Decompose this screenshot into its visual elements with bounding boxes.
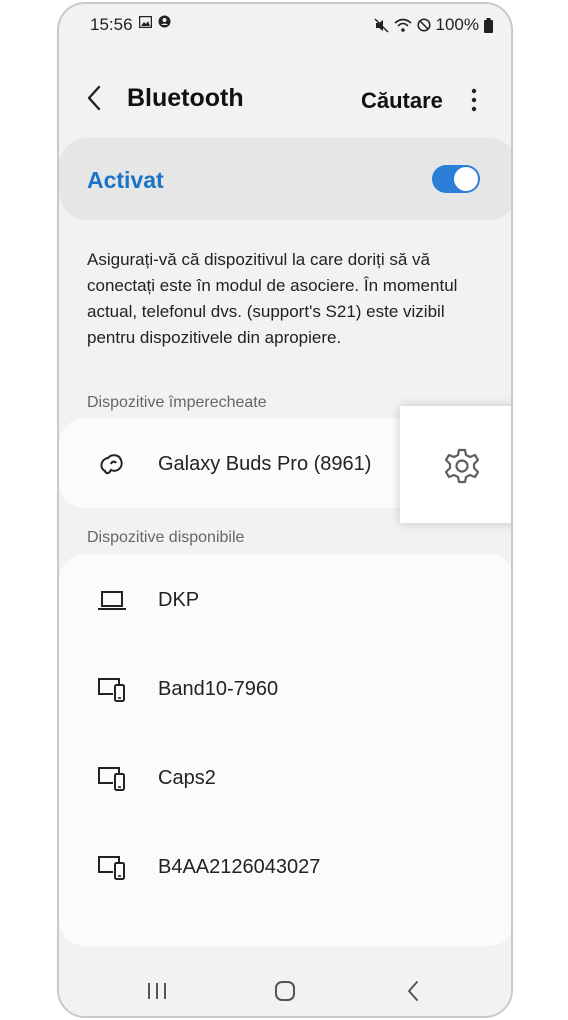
chevron-left-icon [87,85,101,111]
device-row[interactable]: DKP [59,558,511,642]
page-title: Bluetooth [127,84,244,112]
available-section-title: Dispozitive disponibile [87,529,245,546]
home-button[interactable] [271,979,299,1003]
recent-apps-button[interactable] [143,979,171,1003]
device-name: DKP [158,589,200,611]
device-row[interactable]: B4AA2126043027 [59,825,511,909]
navigation-bar [59,954,511,1016]
recent-apps-icon [148,983,166,999]
device-name: B4AA2126043027 [158,856,321,878]
status-time: 15:56 [90,15,133,34]
back-icon [408,981,418,1001]
multi-device-icon [98,856,125,880]
more-vertical-icon [471,88,477,112]
account-icon [158,15,171,28]
gear-icon [444,448,480,484]
more-options-button[interactable] [462,86,486,114]
back-button[interactable] [83,84,107,112]
earbuds-icon [100,454,123,475]
multi-device-icon [98,678,125,702]
nav-back-button[interactable] [399,979,427,1003]
visibility-description: Asigurați-vă că dispozitivul la care dor… [87,250,458,347]
bluetooth-toggle-row[interactable]: Activat [59,138,511,220]
battery-level: 100% [435,15,479,34]
device-settings-button[interactable] [400,406,511,523]
app-bar: Bluetooth Căutare [59,66,511,130]
toggle-label: Activat [87,167,164,193]
device-name: Galaxy Buds Pro (8961) [158,453,372,475]
battery-icon [484,17,493,33]
laptop-icon [98,591,126,610]
available-devices-card: DKP Band10-7960 Caps2 B4AA2126043027 [59,554,511,946]
wifi-icon [393,18,412,32]
paired-section-title: Dispozitive împerecheate [87,394,267,411]
status-bar: 15:56 100% [59,4,511,44]
bluetooth-switch[interactable] [432,165,480,193]
home-icon [275,981,295,1001]
do-not-disturb-icon [416,18,431,32]
device-name: Caps2 [158,767,216,789]
gallery-icon [139,15,152,28]
switch-knob [454,167,478,191]
device-name: Band10-7960 [158,678,279,700]
mute-icon [373,17,389,33]
device-row[interactable]: Band10-7960 [59,647,511,731]
search-button[interactable]: Căutare [361,88,443,114]
device-row[interactable]: Caps2 [59,736,511,820]
phone-screen: 15:56 100% Bluetooth Căutare Activat Asi… [57,2,513,1018]
multi-device-icon [98,767,125,791]
